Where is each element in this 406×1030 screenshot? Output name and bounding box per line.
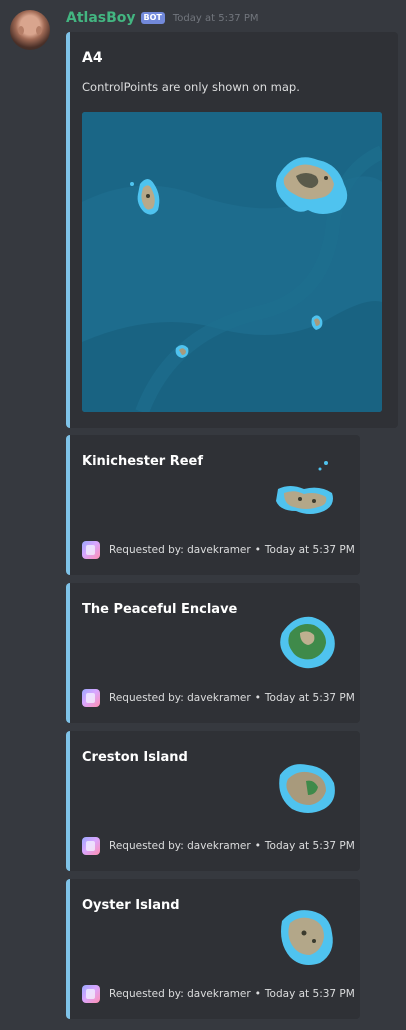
embed-footer: Requested by: davekramer • Today at 5:37…	[82, 689, 355, 707]
island-embed-peaceful-enclave: The Peaceful Enclave Requested by: davek…	[66, 583, 360, 723]
footer-time: Today at 5:37 PM	[264, 544, 355, 556]
island-thumbnail[interactable]	[270, 751, 342, 823]
embed-footer: Requested by: davekramer • Today at 5:37…	[82, 985, 355, 1003]
requester-avatar-icon	[82, 985, 100, 1003]
island-thumbnail[interactable]	[270, 899, 342, 971]
bot-avatar[interactable]	[10, 10, 50, 50]
island-embed-creston-island: Creston Island Requested by: davekramer …	[66, 731, 360, 871]
footer-time: Today at 5:37 PM	[264, 840, 355, 852]
grid-map-image[interactable]	[82, 112, 382, 412]
island-thumbnail[interactable]	[270, 603, 342, 675]
embed-title: Kinichester Reef	[82, 454, 204, 469]
footer-time: Today at 5:37 PM	[264, 692, 355, 704]
embed-footer: Requested by: davekramer • Today at 5:37…	[82, 541, 355, 559]
embed-title: The Peaceful Enclave	[82, 602, 238, 617]
requester-avatar-icon	[82, 689, 100, 707]
footer-separator: •	[254, 692, 261, 704]
island-embed-kinichester-reef: Kinichester Reef Requested by: davekrame…	[66, 435, 360, 575]
message-timestamp[interactable]: Today at 5:37 PM	[173, 13, 259, 24]
footer-requested-by: Requested by: davekramer	[109, 544, 251, 556]
embed-footer: Requested by: davekramer • Today at 5:37…	[82, 837, 355, 855]
footer-requested-by: Requested by: davekramer	[109, 840, 251, 852]
footer-separator: •	[254, 544, 261, 556]
footer-requested-by: Requested by: davekramer	[109, 692, 251, 704]
embed-title: A4	[82, 50, 103, 66]
footer-separator: •	[254, 988, 261, 1000]
footer-requested-by: Requested by: davekramer	[109, 988, 251, 1000]
embed-title: Oyster Island	[82, 898, 180, 913]
embed-description: ControlPoints are only shown on map.	[82, 80, 300, 94]
grid-map-embed: A4 ControlPoints are only shown on map.	[66, 32, 398, 428]
requester-avatar-icon	[82, 541, 100, 559]
island-embed-oyster-island: Oyster Island Requested by: davekramer •…	[66, 879, 360, 1019]
footer-separator: •	[254, 840, 261, 852]
island-thumbnail[interactable]	[270, 455, 342, 527]
username[interactable]: AtlasBoy	[66, 10, 136, 26]
footer-time: Today at 5:37 PM	[264, 988, 355, 1000]
bot-tag: BOT	[140, 12, 165, 24]
requester-avatar-icon	[82, 837, 100, 855]
message-header: AtlasBoy BOT Today at 5:37 PM	[66, 8, 259, 28]
embed-title: Creston Island	[82, 750, 188, 765]
